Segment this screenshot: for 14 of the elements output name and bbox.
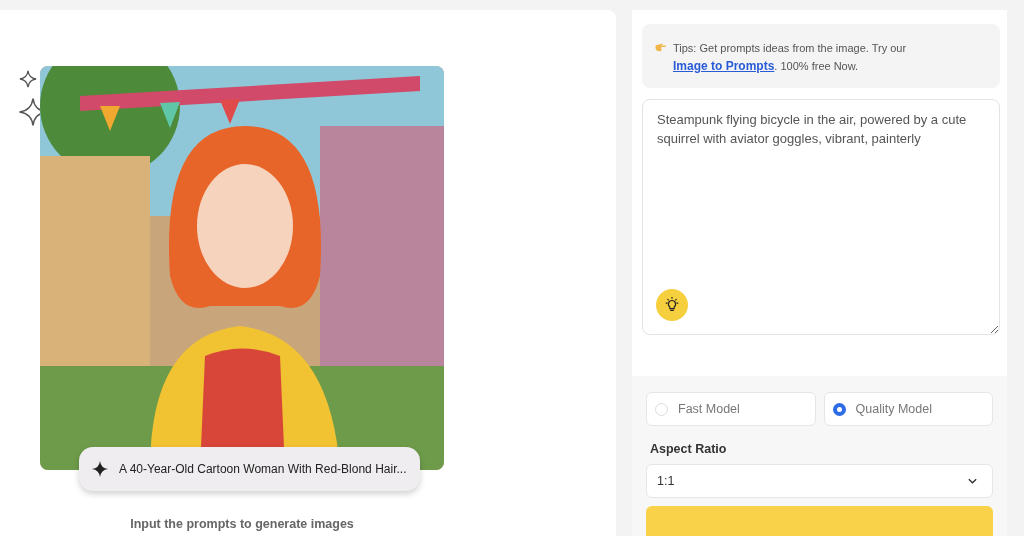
aspect-ratio-select[interactable]: 1:1	[646, 464, 993, 498]
pointing-hand-icon	[654, 41, 667, 53]
sparkle-icon	[91, 460, 109, 478]
prompt-field[interactable]: Steampunk flying bicycle in the air, powered by a cute squirrel with aviator goggles, vibrant, painterly	[642, 99, 1000, 335]
radio-button[interactable]	[832, 402, 846, 416]
model-option[interactable]: Quality Model	[823, 392, 993, 426]
model-option[interactable]: Fast Model	[646, 392, 816, 426]
hint-text: Input the prompts to generate images	[129, 517, 355, 531]
tips-text: Tips: Get prompts ideas from the image. Try our Image to Prompts. 100% free Now.	[673, 41, 908, 75]
prompt-chip[interactable]: A 40-Year-Old Cartoon Woman With Red-Blond Hair...	[79, 447, 420, 491]
lightbulb-icon	[663, 296, 681, 314]
aspect-ratio-label: Aspect Ratio	[650, 442, 728, 456]
sparkle-icon	[18, 70, 38, 88]
chevron-down-icon	[967, 477, 978, 485]
